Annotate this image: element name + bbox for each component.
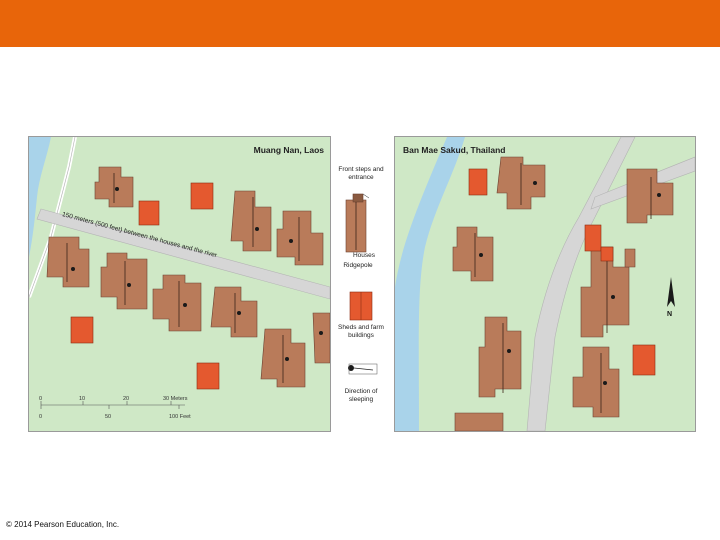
map-ban-mae-sakud: Ban Mae Sakud, Thailand N: [394, 136, 696, 432]
shed: [138, 200, 160, 226]
map-title-laos: Muang Nan, Laos: [253, 145, 324, 155]
legend: Front steps and entrance Houses Ridgepol…: [333, 160, 389, 432]
house: [454, 412, 504, 431]
map-muang-nan: Muang Nan, Laos 150 meters (500 feet) be…: [28, 136, 331, 432]
copyright-notice: © 2014 Pearson Education, Inc.: [6, 520, 120, 529]
scale-meters-0: 0: [39, 396, 43, 402]
scale-feet-50: 50: [105, 414, 112, 420]
shed: [632, 344, 656, 376]
scale-meters-10: 10: [79, 396, 86, 402]
scale-bar: [40, 401, 185, 409]
legend-front-steps-label: Front steps and entrance: [338, 166, 384, 181]
shed: [196, 362, 220, 390]
shed: [468, 168, 488, 196]
shed: [70, 316, 94, 344]
shed: [584, 224, 602, 252]
map-muang-nan-canvas: [29, 137, 330, 431]
house: [312, 312, 330, 364]
scale-feet-0: 0: [39, 414, 43, 420]
shed: [190, 182, 214, 210]
scale-meters-20: 20: [123, 396, 130, 402]
house: [624, 248, 636, 268]
shed: [600, 246, 614, 262]
scale-feet-100: 100 Feet: [169, 414, 191, 420]
title-banner: [0, 0, 720, 47]
scale-meters-30: 30 Meters: [163, 396, 188, 402]
legend-sleeping-icon: [348, 363, 378, 375]
legend-direction-label: Direction of sleeping: [344, 388, 378, 403]
map-ban-mae-sakud-canvas: [395, 137, 695, 431]
legend-houses-label: Houses: [352, 252, 376, 259]
legend-shed-icon: [349, 291, 373, 321]
legend-ridgepole-label: Ridgepole: [343, 262, 373, 269]
map-title-thailand: Ban Mae Sakud, Thailand: [403, 145, 506, 155]
north-label: N: [667, 311, 673, 318]
legend-sheds-label: Sheds and farm buildings: [338, 324, 384, 339]
